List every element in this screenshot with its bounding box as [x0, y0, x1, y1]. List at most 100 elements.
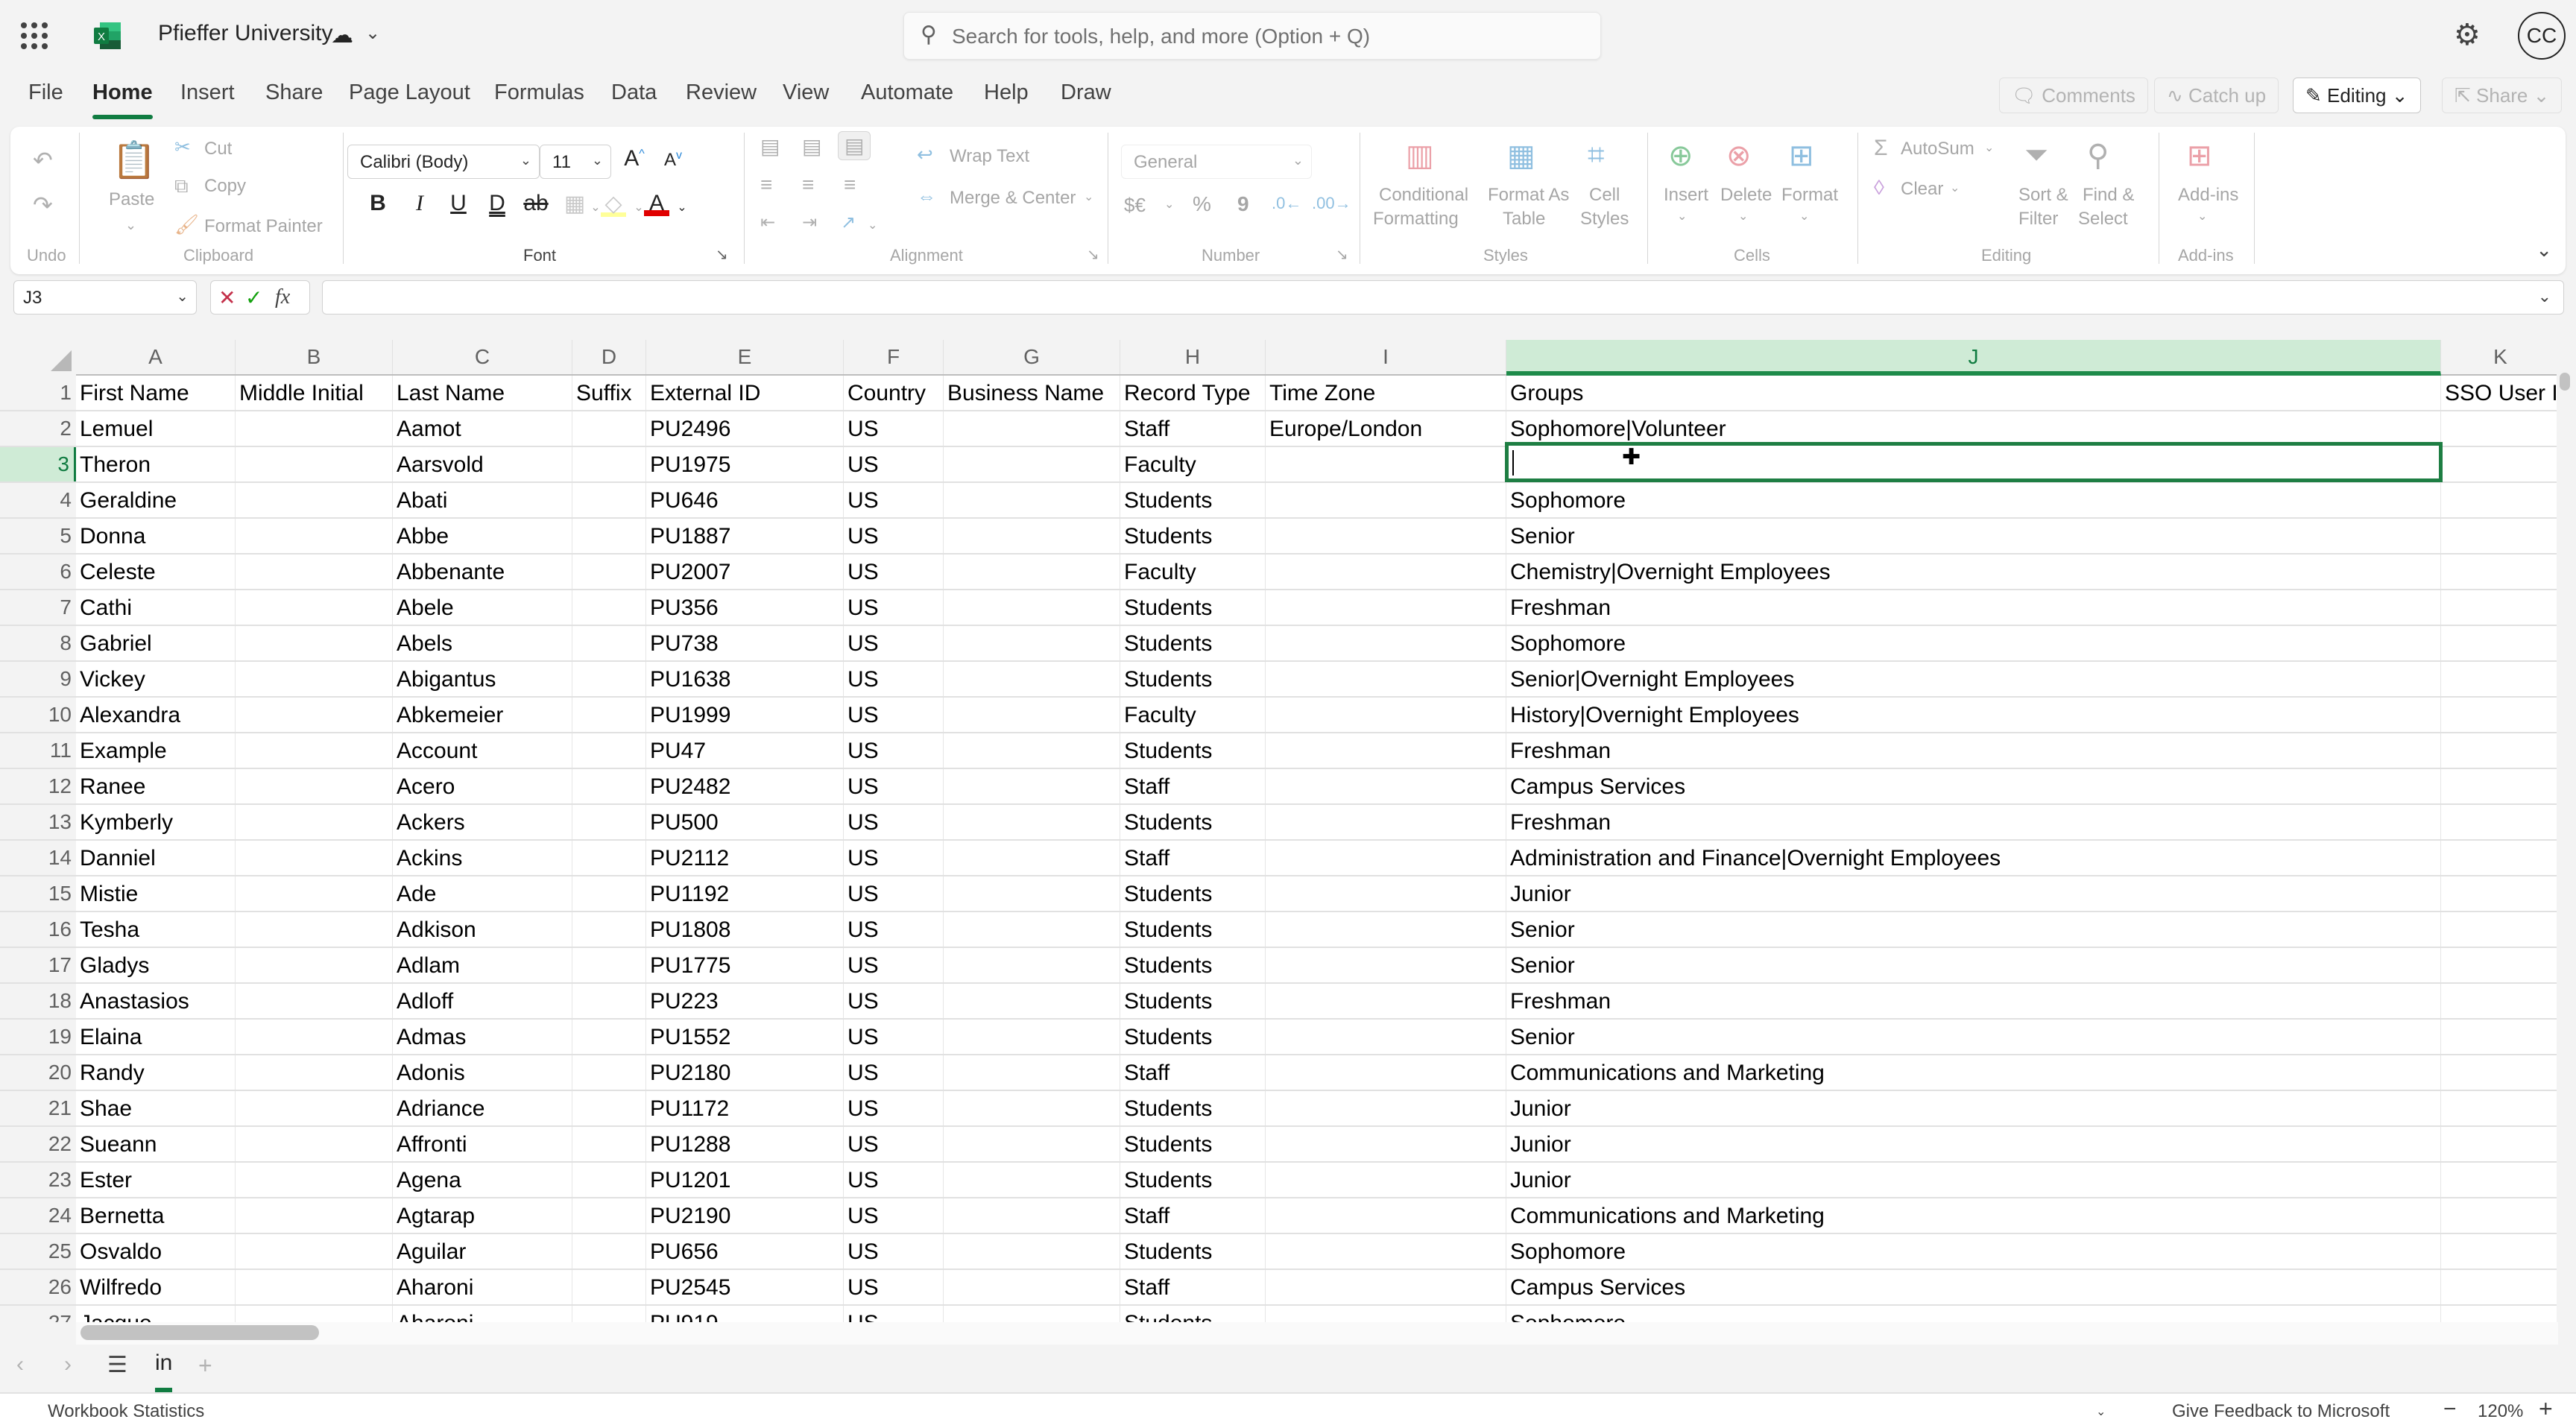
row-header-7[interactable]: 7 [0, 590, 76, 625]
bold-icon[interactable]: B [365, 191, 391, 216]
currency-button[interactable]: $€ [1124, 194, 1146, 217]
cell-I15[interactable] [1266, 876, 1506, 911]
cell-J22[interactable]: Junior [1506, 1127, 2441, 1161]
cell-I12[interactable] [1266, 769, 1506, 803]
cell-B19[interactable] [236, 1020, 393, 1054]
cell-J20[interactable]: Communications and Marketing [1506, 1055, 2441, 1090]
chevron-down-icon[interactable]: ⌄ [669, 200, 695, 215]
wrap-text-button[interactable]: Wrap Text [950, 146, 1029, 167]
cell-C15[interactable]: Ade [393, 876, 572, 911]
row-header-8[interactable]: 8 [0, 626, 76, 660]
cell-B24[interactable] [236, 1198, 393, 1233]
cell-D5[interactable] [572, 519, 646, 553]
zoom-in-icon[interactable]: + [2539, 1395, 2553, 1423]
cell-B3[interactable] [236, 447, 393, 481]
insert-cells-button[interactable]: Insert [1664, 185, 1708, 206]
cell-F25[interactable]: US [844, 1234, 944, 1269]
cell-D14[interactable] [572, 841, 646, 875]
cell-K27[interactable] [2441, 1306, 2557, 1322]
cell-J11[interactable]: Freshman [1506, 733, 2441, 768]
cell-C11[interactable]: Account [393, 733, 572, 768]
cell-E19[interactable]: PU1552 [646, 1020, 844, 1054]
cell-H13[interactable]: Students [1120, 805, 1266, 839]
cell-F9[interactable]: US [844, 662, 944, 696]
cell-styles-line1[interactable]: Cell [1589, 185, 1620, 206]
cell-K6[interactable] [2441, 555, 2557, 589]
cell-G24[interactable] [944, 1198, 1120, 1233]
cell-E9[interactable]: PU1638 [646, 662, 844, 696]
cell-A10[interactable]: Alexandra [76, 698, 236, 732]
cell-J19[interactable]: Senior [1506, 1020, 2441, 1054]
cell-A2[interactable]: Lemuel [76, 411, 236, 446]
cell-F27[interactable]: US [844, 1306, 944, 1322]
cell-C9[interactable]: Abigantus [393, 662, 572, 696]
dialog-launcher-icon[interactable]: ↘ [716, 245, 728, 264]
tab-share[interactable]: Share [265, 80, 323, 105]
cell-H9[interactable]: Students [1120, 662, 1266, 696]
cell-H10[interactable]: Faculty [1120, 698, 1266, 732]
cell-I2[interactable]: Europe/London [1266, 411, 1506, 446]
cell-E13[interactable]: PU500 [646, 805, 844, 839]
cell-D2[interactable] [572, 411, 646, 446]
expand-formula-bar-icon[interactable]: ⌄ [2538, 287, 2551, 306]
cloud-saved-icon[interactable]: ☁ [331, 22, 353, 48]
cell-E22[interactable]: PU1288 [646, 1127, 844, 1161]
cell-D18[interactable] [572, 984, 646, 1018]
underline-icon[interactable]: U [446, 191, 471, 216]
cell-J25[interactable]: Sophomore [1506, 1234, 2441, 1269]
cell-F7[interactable]: US [844, 590, 944, 625]
row-header-15[interactable]: 15 [0, 876, 76, 911]
cell-J16[interactable]: Senior [1506, 912, 2441, 947]
cell-B8[interactable] [236, 626, 393, 660]
row-header-11[interactable]: 11 [0, 733, 76, 768]
cell-C16[interactable]: Adkison [393, 912, 572, 947]
cell-C22[interactable]: Affronti [393, 1127, 572, 1161]
chevron-down-icon[interactable]: ⌄ [1738, 209, 1748, 224]
cell-D25[interactable] [572, 1234, 646, 1269]
horizontal-scrollbar[interactable] [76, 1322, 2558, 1345]
cell-H20[interactable]: Staff [1120, 1055, 1266, 1090]
cell-G26[interactable] [944, 1270, 1120, 1304]
cell-K24[interactable] [2441, 1198, 2557, 1233]
cell-J6[interactable]: Chemistry|Overnight Employees [1506, 555, 2441, 589]
column-header-D[interactable]: D [572, 340, 646, 374]
row-header-26[interactable]: 26 [0, 1270, 76, 1304]
cell-A18[interactable]: Anastasios [76, 984, 236, 1018]
cell-C13[interactable]: Ackers [393, 805, 572, 839]
cell-E20[interactable]: PU2180 [646, 1055, 844, 1090]
cell-D13[interactable] [572, 805, 646, 839]
cell-J7[interactable]: Freshman [1506, 590, 2441, 625]
cell-F21[interactable]: US [844, 1091, 944, 1125]
decrease-font-size-icon[interactable]: Av [660, 149, 686, 171]
row-header-14[interactable]: 14 [0, 841, 76, 875]
format-as-table-line1[interactable]: Format As [1488, 185, 1569, 206]
cell-I18[interactable] [1266, 984, 1506, 1018]
cell-B22[interactable] [236, 1127, 393, 1161]
cell-G2[interactable] [944, 411, 1120, 446]
cell-K17[interactable] [2441, 948, 2557, 982]
workbook-statistics-button[interactable]: Workbook Statistics [48, 1401, 204, 1422]
increase-indent-icon[interactable]: ⇥ [802, 212, 817, 233]
row-header-2[interactable]: 2 [0, 411, 76, 446]
dialog-launcher-icon[interactable]: ↘ [1336, 245, 1348, 264]
cell-B11[interactable] [236, 733, 393, 768]
cell-D23[interactable] [572, 1163, 646, 1197]
chevron-down-icon[interactable]: ⌄ [1677, 209, 1687, 224]
cell-E24[interactable]: PU2190 [646, 1198, 844, 1233]
add-sheet-icon[interactable]: + [198, 1352, 212, 1380]
cell-F10[interactable]: US [844, 698, 944, 732]
cell-K4[interactable] [2441, 483, 2557, 517]
next-sheet-icon[interactable]: › [64, 1352, 72, 1377]
cell-G19[interactable] [944, 1020, 1120, 1054]
format-painter-button[interactable]: Format Painter [204, 216, 323, 237]
cell-F15[interactable]: US [844, 876, 944, 911]
chevron-down-icon[interactable]: ⌄ [1984, 140, 1994, 155]
cell-A3[interactable]: Theron [76, 447, 236, 481]
cell-A15[interactable]: Mistie [76, 876, 236, 911]
copy-button[interactable]: Copy [204, 176, 246, 197]
cell-A4[interactable]: Geraldine [76, 483, 236, 517]
cell-B18[interactable] [236, 984, 393, 1018]
app-launcher-icon[interactable] [21, 22, 48, 49]
cell-I13[interactable] [1266, 805, 1506, 839]
cell-H25[interactable]: Students [1120, 1234, 1266, 1269]
